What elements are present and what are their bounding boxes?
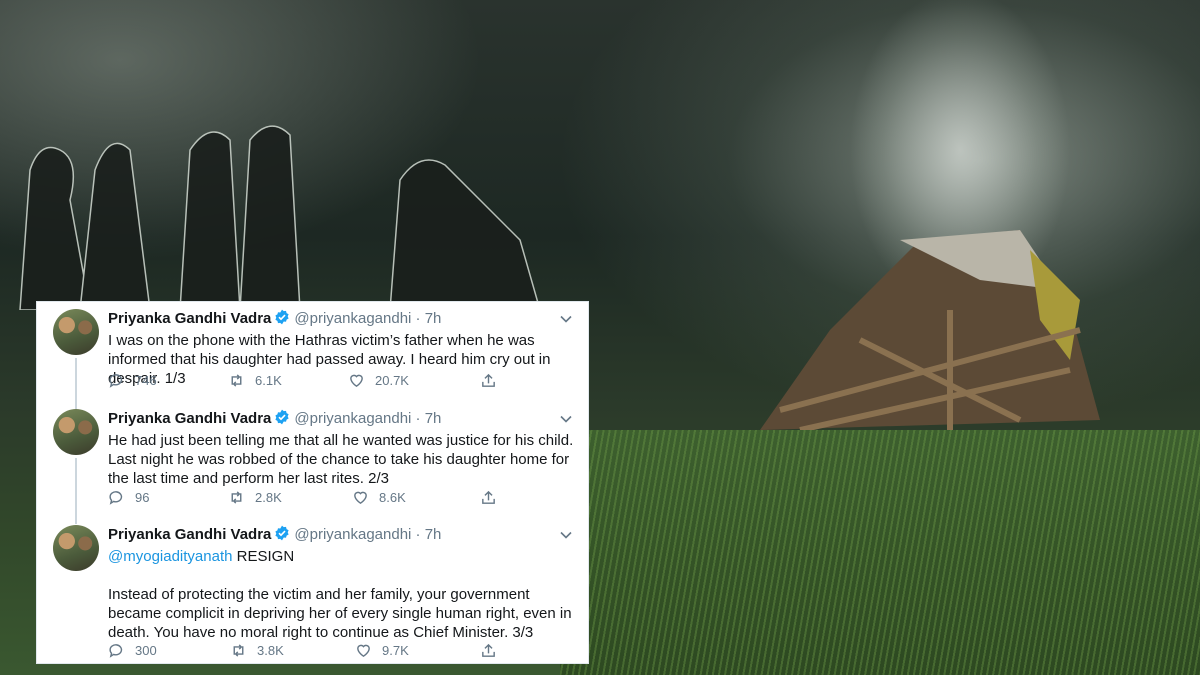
chevron-down-icon[interactable]: [559, 528, 573, 542]
thread-connector: [75, 358, 77, 414]
like-count: 8.6K: [379, 490, 406, 505]
heart-icon: [350, 374, 363, 388]
people-silhouettes: [19, 125, 541, 310]
verified-badge-icon: [274, 409, 290, 429]
mention-link[interactable]: @myogiadityanath: [108, 548, 232, 565]
share-button[interactable]: [480, 642, 507, 659]
separator: ·: [415, 410, 421, 427]
tweet-text: He had just been telling me that all he …: [108, 432, 574, 487]
separator: ·: [415, 310, 421, 327]
tweet-actions: 746 6.1K 20.7K: [108, 372, 528, 392]
reply-button[interactable]: 746: [108, 372, 157, 389]
thread-connector: [75, 458, 77, 524]
reply-icon: [109, 374, 123, 388]
tweet-header: Priyanka Gandhi Vadra @priyankagandhi · 7…: [108, 409, 441, 429]
retweet-button[interactable]: 3.8K: [230, 642, 284, 659]
like-count: 20.7K: [375, 373, 409, 388]
verified-badge-icon: [274, 309, 290, 329]
retweet-button[interactable]: 6.1K: [228, 372, 282, 389]
author-handle[interactable]: @priyankagandhi: [294, 526, 411, 543]
heart-icon: [354, 491, 367, 505]
reply-icon: [109, 491, 123, 505]
retweet-count: 6.1K: [255, 373, 282, 388]
retweet-icon: [233, 644, 244, 657]
retweet-icon: [231, 491, 242, 504]
retweet-icon: [231, 374, 242, 387]
heart-icon: [357, 644, 370, 658]
like-button[interactable]: 8.6K: [352, 489, 406, 506]
separator: ·: [415, 526, 421, 543]
reply-button[interactable]: 300: [108, 642, 157, 659]
like-count: 9.7K: [382, 643, 409, 658]
author-handle[interactable]: @priyankagandhi: [294, 310, 411, 327]
share-icon: [482, 643, 495, 657]
author-handle[interactable]: @priyankagandhi: [294, 410, 411, 427]
chevron-down-icon[interactable]: [559, 412, 573, 426]
tweet-actions: 96 2.8K 8.6K: [108, 489, 528, 509]
avatar[interactable]: [53, 309, 99, 355]
avatar[interactable]: [53, 525, 99, 571]
retweet-count: 3.8K: [257, 643, 284, 658]
timestamp[interactable]: 7h: [425, 410, 442, 427]
tweet-header: Priyanka Gandhi Vadra @priyankagandhi · 7…: [108, 525, 441, 545]
reply-button[interactable]: 96: [108, 489, 149, 506]
funeral-pyre: [760, 230, 1100, 440]
chevron-down-icon[interactable]: [559, 312, 573, 326]
author-name[interactable]: Priyanka Gandhi Vadra: [108, 310, 271, 327]
timestamp[interactable]: 7h: [425, 526, 442, 543]
reply-icon: [109, 644, 123, 658]
mention-suffix: RESIGN: [232, 548, 295, 565]
grass-field: [560, 430, 1200, 675]
tweet-actions: 300 3.8K 9.7K: [108, 642, 528, 662]
reply-count: 300: [135, 643, 157, 658]
like-button[interactable]: 20.7K: [348, 372, 409, 389]
share-icon: [482, 490, 495, 504]
like-button[interactable]: 9.7K: [355, 642, 409, 659]
author-name[interactable]: Priyanka Gandhi Vadra: [108, 526, 271, 543]
tweet-text: Instead of protecting the victim and her…: [108, 586, 572, 641]
retweet-count: 2.8K: [255, 490, 282, 505]
author-name[interactable]: Priyanka Gandhi Vadra: [108, 410, 271, 427]
avatar[interactable]: [53, 409, 99, 455]
share-button[interactable]: [480, 489, 507, 506]
share-icon: [482, 373, 495, 387]
verified-badge-icon: [274, 525, 290, 545]
tweet-thread-card: Priyanka Gandhi Vadra @priyankagandhi · 7…: [36, 301, 589, 664]
retweet-button[interactable]: 2.8K: [228, 489, 282, 506]
reply-count: 746: [135, 373, 157, 388]
tweet-mention-line: @myogiadityanath RESIGN: [108, 547, 578, 566]
timestamp[interactable]: 7h: [425, 310, 442, 327]
share-button[interactable]: [480, 372, 507, 389]
tweet-header: Priyanka Gandhi Vadra @priyankagandhi · 7…: [108, 309, 441, 329]
reply-count: 96: [135, 490, 150, 505]
